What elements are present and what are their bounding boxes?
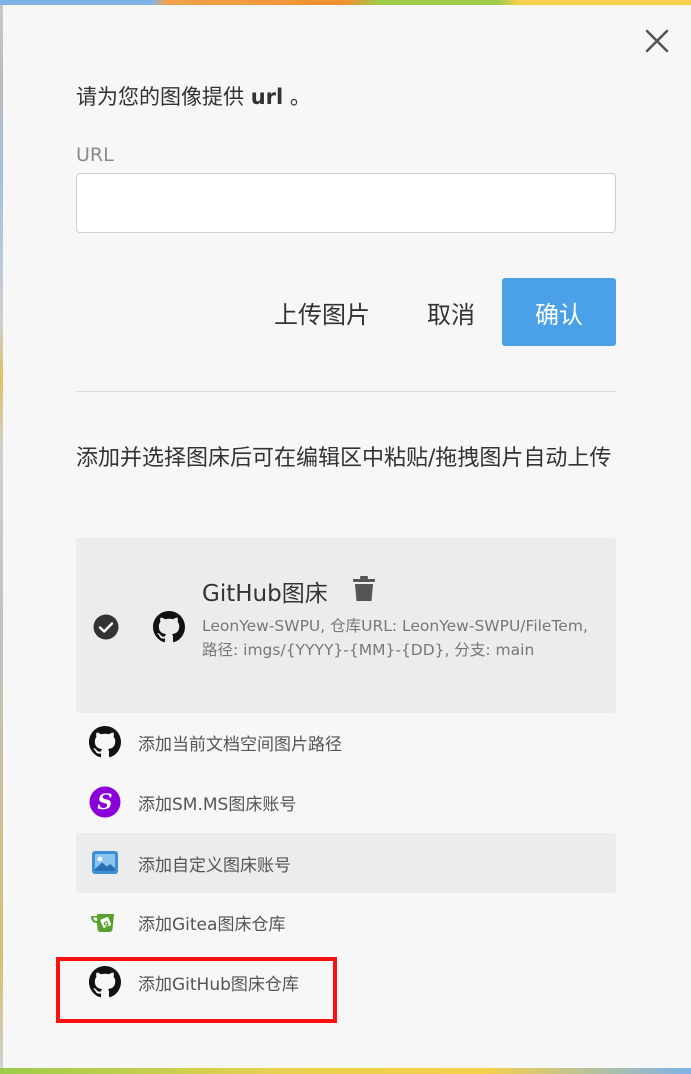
- image-bed-title: GitHub图床: [202, 581, 328, 607]
- custom-image-bed-icon: [92, 851, 118, 874]
- close-button[interactable]: [641, 25, 673, 57]
- upload-image-button[interactable]: 上传图片: [267, 278, 377, 346]
- highlight-annotation-box: [56, 957, 337, 1023]
- divider: [76, 391, 616, 392]
- add-gitea-option[interactable]: g 添加Gitea图床仓库: [76, 892, 616, 952]
- window-bottom-border: [0, 1068, 691, 1074]
- url-label: URL: [76, 144, 114, 166]
- image-upload-dialog: 请为您的图像提供 url 。 URL 上传图片 取消 确认 添加并选择图床后可在…: [3, 5, 691, 1068]
- smms-icon: S: [89, 786, 121, 818]
- add-doc-space-path-option[interactable]: 添加当前文档空间图片路径: [76, 712, 616, 772]
- image-bed-description: LeonYew-SWPU, 仓库URL: LeonYew-SWPU/FileTe…: [202, 617, 588, 659]
- option-label: 添加Gitea图床仓库: [138, 914, 286, 935]
- cancel-button[interactable]: 取消: [413, 278, 489, 346]
- add-smms-option[interactable]: S 添加SM.MS图床账号: [76, 772, 616, 832]
- add-custom-image-bed-option[interactable]: 添加自定义图床账号: [76, 833, 616, 893]
- option-label: 添加自定义图床账号: [138, 855, 291, 876]
- gitea-icon: g: [91, 914, 114, 932]
- github-icon: [153, 611, 185, 643]
- url-input[interactable]: [76, 173, 616, 233]
- confirm-button[interactable]: 确认: [502, 278, 616, 346]
- selected-image-bed-card[interactable]: GitHub图床 LeonYew-SWPU, 仓库URL: LeonYew-SW…: [76, 538, 616, 713]
- option-label: 添加SM.MS图床账号: [138, 794, 297, 815]
- close-icon: [645, 29, 669, 53]
- trash-icon[interactable]: [352, 576, 376, 602]
- check-circle-icon: [93, 614, 119, 640]
- option-label: 添加当前文档空间图片路径: [138, 734, 342, 755]
- dialog-heading: 请为您的图像提供 url 。: [76, 85, 311, 109]
- image-bed-hint: 添加并选择图床后可在编辑区中粘贴/拖拽图片自动上传: [76, 446, 612, 471]
- svg-text:S: S: [97, 789, 112, 814]
- github-icon: [89, 726, 121, 758]
